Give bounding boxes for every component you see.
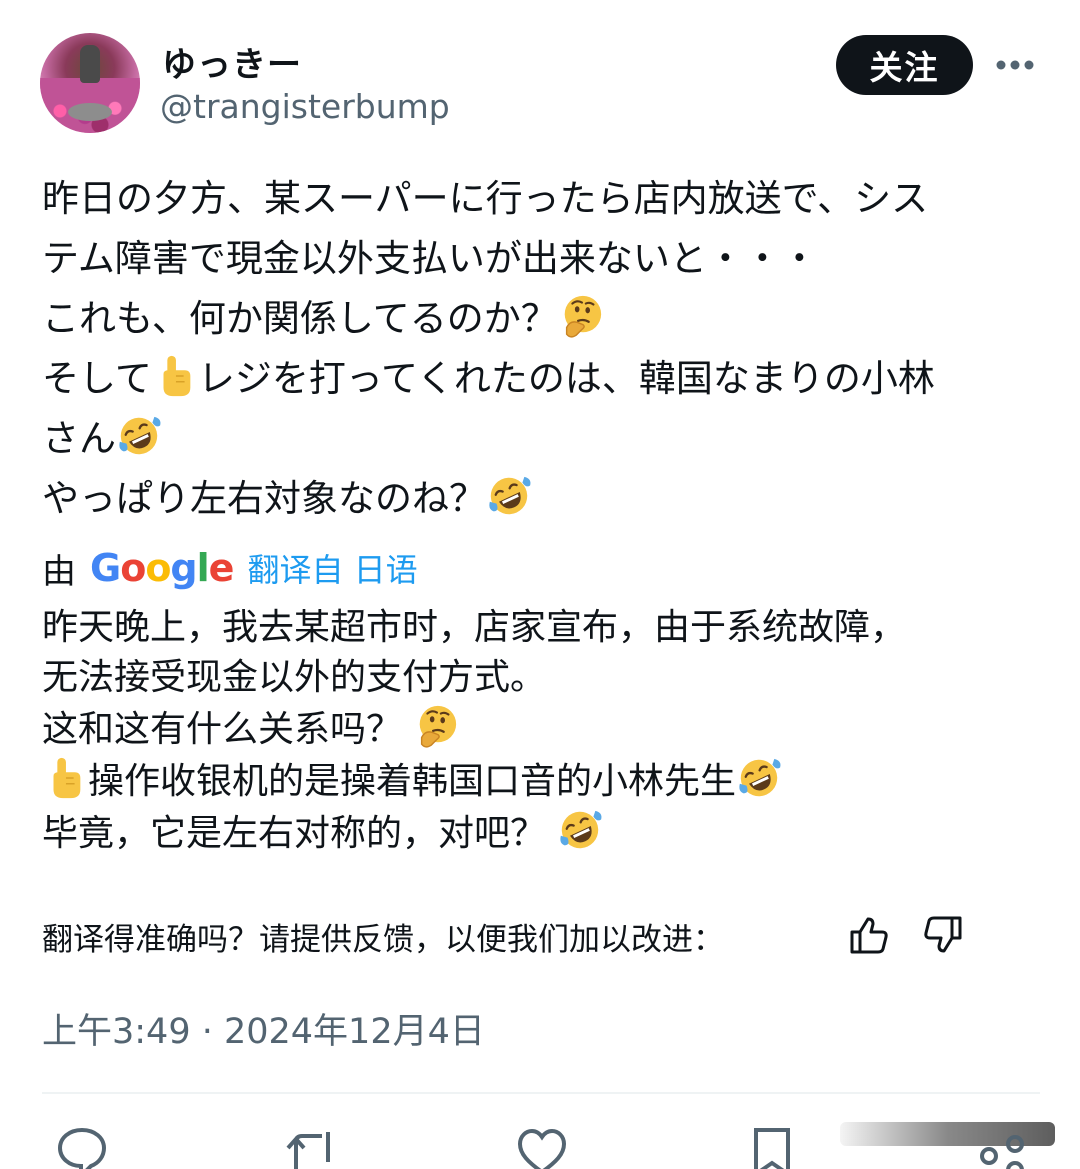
avatar-figure (80, 45, 100, 83)
tweet-translated-text: 昨天晚上，我去某超市时，店家宣布，由于系统故障， 无法接受现金以外的支付方式。 … (42, 603, 1042, 859)
translation-attribution: 由 Google 翻译自 日语 (42, 540, 418, 596)
translated-line: 毕竟，它是左右对称的，对吧？ (42, 813, 547, 854)
translated-from-link[interactable]: 翻译自 日语 (247, 545, 417, 591)
retweet-icon[interactable] (284, 1122, 340, 1169)
google-logo: Google (90, 546, 234, 590)
rofl-face-icon (557, 807, 603, 853)
pointing-up-icon (152, 353, 198, 399)
translation-prefix: 由 (42, 551, 76, 592)
follow-button[interactable]: 关注 (836, 35, 973, 95)
original-line: テム障害で現金以外支払いが出来ないと・・・ (42, 237, 818, 280)
bookmark-icon[interactable] (744, 1122, 800, 1169)
translated-line: 操作收银机的是操着韩国口音的小林先生 (88, 761, 737, 802)
more-dots-icon[interactable] (995, 45, 1035, 85)
tweet-timestamp[interactable]: 上午3:49 · 2024年12月4日 (42, 1003, 485, 1054)
original-line: さん (42, 417, 116, 460)
thumbs-down-icon[interactable] (920, 912, 966, 958)
rofl-face-icon (736, 755, 782, 801)
share-icon[interactable] (975, 1122, 1031, 1169)
heart-icon[interactable] (514, 1122, 570, 1169)
user-handle[interactable]: @trangisterbump (160, 87, 450, 126)
thinking-face-icon (413, 703, 459, 749)
thinking-face-icon (558, 293, 604, 339)
translation-feedback: 翻译得准确吗？请提供反馈，以便我们加以改进： (42, 908, 724, 964)
original-line: やっぱり左右対象なのね？ (42, 477, 486, 520)
thumbs-up-icon[interactable] (846, 912, 892, 958)
rofl-face-icon (486, 473, 532, 519)
original-line: 昨日の夕方、某スーパーに行ったら店内放送で、シス (42, 177, 929, 220)
translated-line: 无法接受现金以外的支付方式。 (42, 657, 547, 698)
pointing-up-icon (42, 755, 88, 801)
original-line: レジを打ってくれたのは、韓国なまりの小林 (197, 357, 935, 400)
reply-icon[interactable] (54, 1122, 110, 1169)
tweet-header: ゆっきー @trangisterbump 关注 (40, 33, 1040, 133)
avatar-base (68, 103, 112, 121)
original-line: これも、何か関係してるのか？ (42, 297, 558, 340)
display-name[interactable]: ゆっきー (162, 37, 302, 86)
divider (42, 1092, 1040, 1094)
translated-line: 昨天晚上，我去某超市时，店家宣布，由于系统故障， (42, 607, 907, 648)
avatar[interactable] (40, 33, 140, 133)
tweet-original-text: 昨日の夕方、某スーパーに行ったら店内放送で、シス テム障害で現金以外支払いが出来… (42, 169, 1052, 529)
original-line: そして (42, 357, 152, 400)
rofl-face-icon (116, 413, 162, 459)
feedback-prompt: 翻译得准确吗？请提供反馈，以便我们加以改进： (42, 921, 724, 958)
translated-line: 这和这有什么关系吗？ (42, 709, 403, 750)
